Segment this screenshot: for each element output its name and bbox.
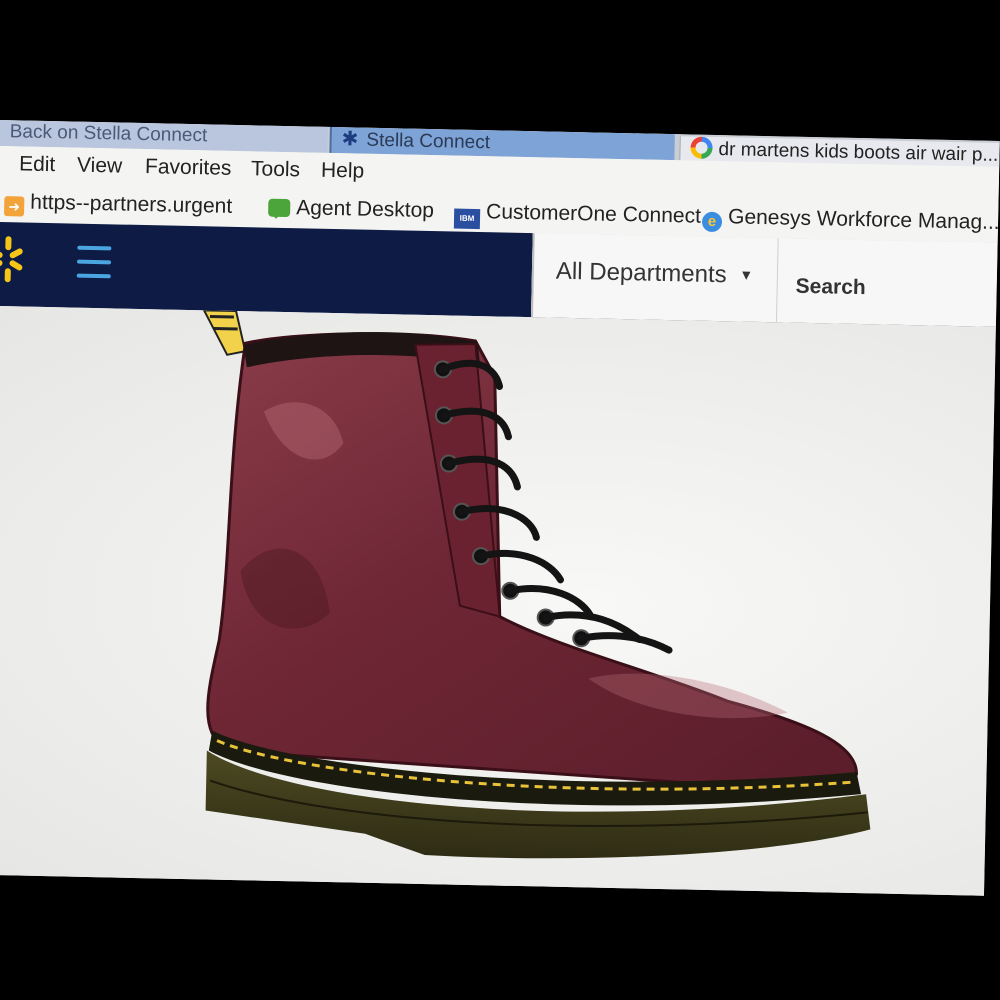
departments-dropdown[interactable]: All Departments ▼: [556, 258, 754, 290]
tab-label: Back on Stella Connect: [9, 121, 208, 147]
product-boot-image[interactable]: [164, 309, 896, 885]
menu-tools[interactable]: Tools: [251, 157, 301, 182]
divider: [530, 233, 535, 318]
monitor-screen: Back on Stella Connect ✱ Stella Connect d…: [0, 120, 1000, 896]
ibm-icon: IBM: [453, 208, 481, 230]
hamburger-menu-icon[interactable]: [76, 245, 112, 279]
favorite-partners-urgent[interactable]: ➜ https--partners.urgent: [3, 190, 233, 221]
search-input[interactable]: Search: [795, 275, 866, 300]
favorite-genesys-workforce[interactable]: e Genesys Workforce Manag...: [701, 205, 1000, 238]
departments-label: All Departments: [555, 257, 727, 289]
favorite-label: Agent Desktop: [295, 196, 435, 223]
menu-favorites[interactable]: Favorites: [145, 155, 232, 181]
favorite-customerone-connect[interactable]: IBM CustomerOne Connect: [453, 200, 702, 234]
arrow-icon: ➜: [3, 196, 25, 217]
site-header: [0, 221, 533, 318]
search-area: All Departments ▼ Search: [530, 233, 998, 329]
caret-down-icon: ▼: [739, 266, 754, 283]
tab-label: Stella Connect: [366, 129, 491, 154]
divider: [775, 238, 779, 323]
walmart-spark-icon[interactable]: [0, 234, 32, 285]
menu-view[interactable]: View: [77, 154, 123, 179]
favorite-agent-desktop[interactable]: Agent Desktop: [268, 196, 434, 223]
favorite-label: https--partners.urgent: [30, 190, 233, 218]
star-icon: ✱: [341, 128, 359, 151]
google-icon: [690, 136, 713, 159]
favorite-label: Genesys Workforce Manag...: [727, 205, 1000, 234]
chat-icon: [268, 198, 291, 218]
favorite-label: CustomerOne Connect: [485, 200, 702, 228]
menu-help[interactable]: Help: [321, 159, 365, 184]
menu-edit[interactable]: Edit: [19, 152, 56, 177]
ie-icon: e: [701, 211, 723, 233]
product-image-area: [0, 305, 996, 896]
